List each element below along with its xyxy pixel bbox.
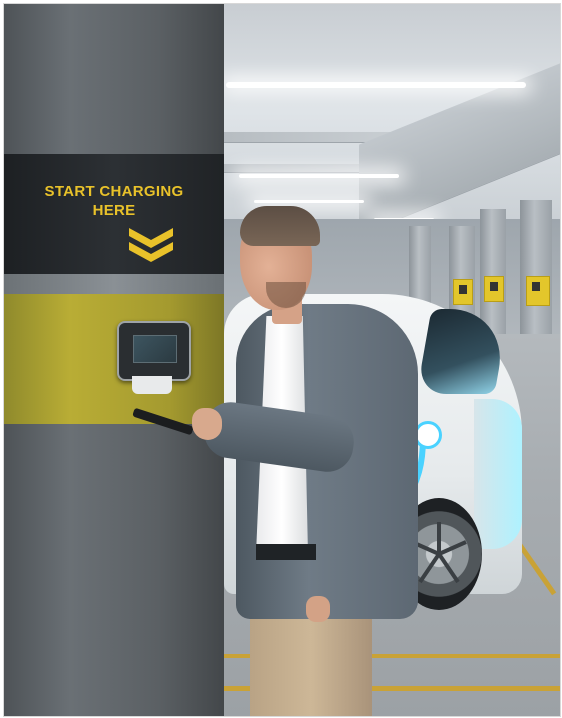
- man-hand: [192, 408, 222, 440]
- terminal-screen: [133, 335, 177, 363]
- background-charger: [526, 276, 550, 306]
- ceiling-light: [239, 174, 399, 178]
- sign-line-1: START CHARGING: [44, 183, 184, 200]
- photo-scene: START CHARGING HERE: [3, 3, 561, 717]
- yellow-band: [4, 294, 224, 424]
- man-belt: [256, 544, 316, 560]
- pillar-stripe: [4, 274, 224, 294]
- background-charger: [484, 276, 504, 302]
- ceiling-light: [226, 82, 526, 88]
- double-chevron-down-icon: [129, 228, 173, 262]
- background-pillar: [480, 209, 506, 339]
- background-charger: [453, 279, 473, 305]
- man-hair: [240, 206, 320, 246]
- charging-terminal[interactable]: [117, 321, 191, 381]
- sign-line-2: HERE: [92, 202, 136, 219]
- charging-plug: [414, 421, 442, 449]
- terminal-mount: [132, 376, 172, 394]
- man-pocket-hand: [306, 596, 330, 622]
- background-pillar: [520, 200, 552, 350]
- ceiling-light: [254, 200, 364, 203]
